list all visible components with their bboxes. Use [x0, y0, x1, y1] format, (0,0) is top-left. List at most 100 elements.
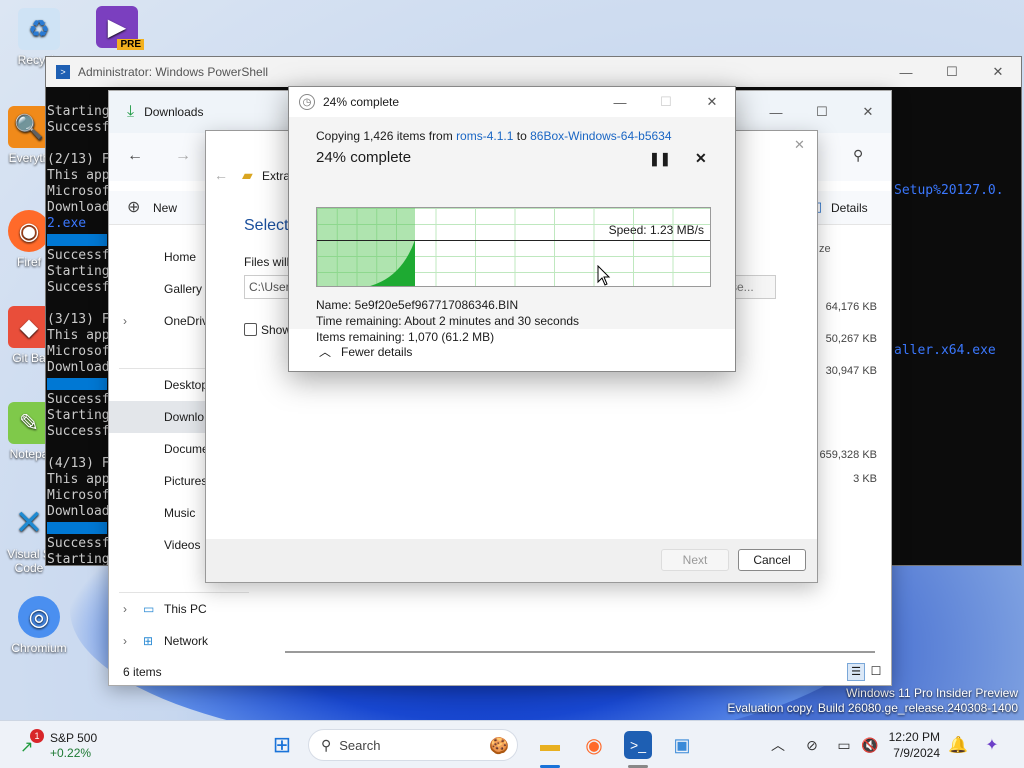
copy-summary: Copying 1,426 items from roms-4.1.1 to 8…	[316, 129, 672, 143]
powershell-titlebar[interactable]: > Administrator: Windows PowerShell — ☐ …	[46, 57, 1021, 87]
back-arrow-icon[interactable]: ←	[127, 147, 143, 165]
maximize-button[interactable]: ☐	[643, 87, 689, 117]
desktop-icon-chromium[interactable]: ◎ Chromium	[4, 596, 74, 655]
network-icon: ⊞	[143, 634, 154, 648]
search-label: Search	[339, 737, 381, 753]
back-arrow-icon[interactable]: ←	[214, 167, 228, 183]
cancel-copy-icon[interactable]: ✕	[695, 150, 707, 167]
close-icon[interactable]: ✕	[794, 137, 805, 153]
search-icon: ⚲	[321, 736, 332, 753]
close-button[interactable]: ✕	[975, 57, 1021, 87]
extract-dialog-footer: Next Cancel	[206, 539, 817, 582]
copilot-icon[interactable]: ✦	[978, 731, 1006, 759]
minimize-button[interactable]: —	[753, 97, 799, 127]
mouse-cursor-icon	[597, 265, 611, 286]
copy-window-title: 24% complete	[323, 95, 400, 109]
download-progress-bar	[47, 377, 107, 390]
minimize-button[interactable]: —	[883, 57, 929, 87]
search-highlight-icon: 🍪	[489, 738, 509, 755]
desktop-icon-vs-preview[interactable]: ▶ PRE	[82, 6, 152, 51]
new-button[interactable]: New	[153, 201, 177, 215]
powershell-taskbar-icon[interactable]: >_	[624, 731, 652, 759]
file-size: 30,947 KB	[825, 365, 877, 377]
zip-folder-icon: ▰	[242, 167, 253, 183]
close-button[interactable]: ✕	[845, 97, 891, 127]
file-size: 3 KB	[853, 473, 877, 485]
copy-details: Name: 5e9f20e5ef967717086346.BIN Time re…	[316, 297, 579, 345]
clock[interactable]: 12:20 PM 7/9/2024	[888, 729, 940, 761]
file-size: 64,176 KB	[825, 301, 877, 313]
clock-date: 7/9/2024	[893, 746, 940, 760]
sidebar-item-network[interactable]: › ⊞ Network	[109, 625, 259, 657]
stock-name: S&P 500	[50, 731, 98, 745]
size-column-header[interactable]: ze	[819, 243, 831, 255]
minimize-button[interactable]: —	[597, 87, 643, 117]
taskbar-search[interactable]: ⚲ Search 🍪	[308, 729, 518, 761]
evaluation-watermark: Windows 11 Pro Insider Preview Evaluatio…	[727, 686, 1018, 715]
copy-dialog-titlebar[interactable]: ◷ 24% complete — ☐ ✕	[289, 87, 735, 117]
git-bash-icon: ◆	[8, 306, 50, 348]
powershell-title: Administrator: Windows PowerShell	[78, 65, 269, 79]
chevron-up-icon[interactable]: ︿	[764, 731, 792, 759]
console-text-installer: aller.x64.exe	[894, 343, 996, 358]
chevron-right-icon[interactable]: ›	[123, 593, 127, 625]
copy-progress-dialog[interactable]: ◷ 24% complete — ☐ ✕ Copying 1,426 items…	[288, 86, 736, 372]
destination-folder-link[interactable]: 86Box-Windows-64-b5634	[530, 129, 671, 143]
destination-path-input[interactable]: C:\User	[244, 275, 294, 299]
notifications-bell-icon[interactable]: 🔔	[944, 731, 972, 759]
sidebar-item-this-pc[interactable]: › ▭ This PC	[109, 593, 259, 625]
extract-heading: Select	[244, 217, 289, 234]
notepad-plus-plus-icon: ✎	[8, 402, 50, 444]
chevron-up-icon: ︿	[319, 345, 332, 359]
forward-arrow-icon[interactable]: →	[175, 147, 191, 165]
show-files-label: Show	[261, 323, 292, 337]
firefox-taskbar-icon[interactable]: ◉	[580, 731, 608, 759]
recycle-bin-icon: ♻	[18, 8, 60, 50]
chevron-right-icon[interactable]: ›	[123, 625, 127, 657]
file-explorer-taskbar-icon[interactable]: ▬	[536, 731, 564, 759]
speed-line	[317, 240, 710, 241]
plus-icon[interactable]: ⊕	[127, 197, 140, 217]
maximize-button[interactable]: ☐	[929, 57, 975, 87]
download-progress-bar	[47, 233, 107, 246]
stock-widget[interactable]: ↗ 1 S&P 500 +0.22%	[14, 729, 104, 761]
maximize-button[interactable]: ☐	[799, 97, 845, 127]
speed-label: Speed: 1.23 MB/s	[608, 223, 704, 237]
fewer-details-toggle[interactable]: ︿ Fewer details	[319, 343, 412, 360]
close-button[interactable]: ✕	[689, 87, 735, 117]
next-button[interactable]: Next	[661, 549, 729, 571]
files-will-label: Files will	[244, 255, 290, 269]
horizontal-scrollbar[interactable]	[285, 651, 875, 653]
monitor-icon: ▭	[143, 602, 155, 616]
extract-title: Extra	[262, 169, 291, 183]
clock-time: 12:20 PM	[888, 730, 940, 744]
network-icon[interactable]: ⊘	[798, 731, 826, 759]
status-bar: 6 items ☰ ☐	[109, 659, 891, 685]
start-button[interactable]: ⊞	[268, 731, 296, 759]
vm-taskbar-icon[interactable]: ▣	[668, 731, 696, 759]
file-size: 659,328 KB	[819, 449, 878, 461]
chromium-icon: ◎	[18, 596, 60, 638]
pause-icon[interactable]: ❚❚	[649, 151, 671, 167]
firefox-icon: ◉	[8, 210, 50, 252]
taskbar: ↗ 1 S&P 500 +0.22% ⊞ ⚲ Search 🍪 ▬ ◉ >_ ▣…	[0, 720, 1024, 768]
source-folder-link[interactable]: roms-4.1.1	[456, 129, 513, 143]
tiles-view-icon[interactable]: ☐	[867, 663, 885, 681]
powershell-icon: >	[56, 65, 70, 79]
explorer-tab-title: Downloads	[144, 105, 204, 119]
details-button[interactable]: Details	[831, 201, 868, 215]
vscode-icon: ✕	[14, 504, 44, 542]
file-size: 50,267 KB	[825, 333, 877, 345]
console-text-setup: Setup%20127.0.	[894, 183, 1004, 198]
show-files-checkbox[interactable]	[244, 323, 257, 336]
chevron-right-icon[interactable]: ›	[123, 305, 127, 337]
notification-badge: 1	[30, 729, 44, 743]
download-progress-bar	[47, 521, 107, 534]
search-icon[interactable]: ⚲	[853, 147, 863, 164]
details-view-icon[interactable]: ☰	[847, 663, 865, 681]
display-icon[interactable]: ▭	[830, 731, 858, 759]
volume-muted-icon[interactable]: 🔇	[856, 731, 884, 759]
visual-studio-preview-icon: ▶ PRE	[96, 6, 144, 50]
time-remaining-line: Time remaining: About 2 minutes and 30 s…	[316, 314, 580, 328]
cancel-button[interactable]: Cancel	[738, 549, 806, 571]
